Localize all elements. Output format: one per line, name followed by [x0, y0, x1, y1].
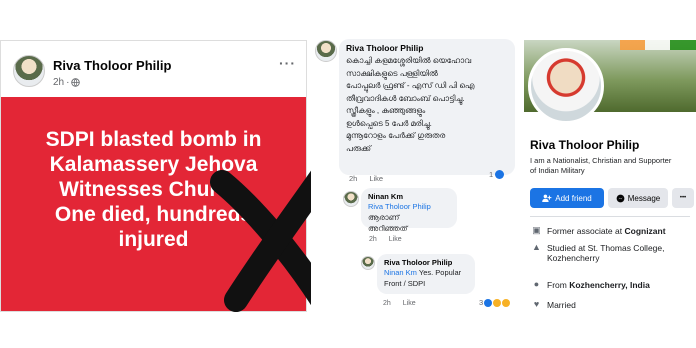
comment-text-line: സാക്ഷികളുടെ പള്ളിയിൽ [346, 68, 438, 78]
reaction-count[interactable]: 3 [479, 298, 511, 307]
reply-actions: 2h Like [369, 236, 402, 243]
like-button[interactable]: Like [403, 300, 416, 307]
reply-text: അറിഞ്ഞത് [368, 224, 408, 233]
care-reaction-icon [493, 298, 502, 307]
more-horizontal-icon[interactable]: ··· [279, 55, 296, 71]
messenger-icon [616, 194, 625, 202]
main-comment-bubble: Riva Tholoor Philip കൊച്ചി കളമശ്ശേരിയിൽ … [339, 39, 515, 175]
comment-text-line: സ്ത്രീകളും , കുഞ്ഞുങ്ങളും [346, 106, 426, 115]
comment-text-line: തീവ്രവാദികൾ ബോംബ് പൊട്ടിച്ചു. [346, 93, 465, 103]
reply-actions: 2h Like [383, 300, 416, 307]
like-reaction-icon [484, 298, 493, 307]
comment-time[interactable]: 2h [349, 174, 357, 183]
comment-text-line: ഉൾപ്പെടെ 5 പേർ മരിച്ചു. [346, 118, 432, 128]
more-options-button[interactable]: ••• [672, 188, 694, 208]
reply-text: Yes. Popular [418, 268, 462, 277]
reply-bubble: Riva Tholoor Philip Ninan Km Yes. Popula… [377, 254, 475, 294]
reply-text: Front / SDPI [384, 279, 426, 288]
add-friend-icon [542, 194, 552, 202]
comment-actions: 2h Like [349, 174, 383, 183]
detail-education: ▲ Studied at St. Thomas College, Kozhench… [532, 242, 665, 264]
comment-author-name[interactable]: Riva Tholoor Philip [346, 43, 508, 53]
image-text-line: injured [118, 228, 189, 251]
reply-author-avatar[interactable] [361, 256, 375, 270]
profile-name: Riva Tholoor Philip [530, 138, 640, 152]
detail-hometown: ● From Kozhencherry, India [533, 279, 650, 291]
comment-text-line: മുന്നൂറോളം പേർക്ക് ഗുരുതര [346, 131, 446, 140]
comments-section: Riva Tholoor Philip കൊച്ചി കളമശ്ശേരിയിൽ … [311, 36, 520, 312]
heart-icon: ♥ [533, 299, 540, 309]
comment-author-avatar[interactable] [315, 40, 337, 62]
like-button[interactable]: Like [389, 236, 402, 243]
post-time[interactable]: 2h [53, 77, 64, 88]
post-author-name[interactable]: Riva Tholoor Philip [53, 58, 171, 73]
post-image-text: SDPI blasted bomb in Kalamassery Jehova … [1, 127, 306, 252]
comment-text: കൊച്ചി കളമശ്ശേരിയിൽ യെഹോവ സാക്ഷികളുടെ പള… [346, 55, 508, 155]
profile-bio: I am a Nationalist, Christian and Suppor… [530, 156, 672, 175]
briefcase-icon: ▣ [532, 225, 541, 235]
profile-avatar[interactable] [528, 48, 604, 124]
facebook-post: Riva Tholoor Philip 2h · ··· SDPI blaste… [0, 40, 307, 312]
image-text-line: SDPI blasted bomb in [45, 128, 262, 151]
graduation-cap-icon: ▲ [532, 242, 541, 252]
reply-time[interactable]: 2h [383, 300, 391, 307]
reply-time[interactable]: 2h [369, 236, 377, 243]
like-reaction-icon [495, 170, 505, 179]
reaction-count[interactable]: 1 [489, 170, 505, 179]
comment-text-line: പോപ്പുലർ ഫ്രണ്ട് - എസ് ഡി പി ഐ [346, 81, 475, 90]
image-text-line: One died, hundreds [54, 203, 253, 226]
mention-link[interactable]: Riva Tholoor Philip [368, 202, 431, 211]
reply-bubble: Ninan Km Riva Tholoor Philip ആരാണ് അറിഞ്… [361, 188, 457, 233]
comment-text-line: പരുക്ക് [346, 143, 371, 153]
reply-text: ആരാണ് [368, 213, 400, 222]
profile-card: Riva Tholoor Philip I am a Nationalist, … [524, 40, 696, 320]
divider [530, 216, 690, 217]
location-pin-icon: ● [533, 279, 540, 289]
comment-text-line: കൊച്ചി കളമശ്ശേരിയിൽ യെഹോവ [346, 56, 472, 65]
add-friend-button[interactable]: Add friend [530, 188, 604, 208]
image-text-line: Witnesses Church. [59, 178, 248, 201]
mention-link[interactable]: Ninan Km [384, 268, 417, 277]
reply-author-name[interactable]: Ninan Km [368, 192, 450, 201]
reply-author-name[interactable]: Riva Tholoor Philip [384, 258, 468, 267]
globe-icon [71, 78, 81, 87]
post-image: SDPI blasted bomb in Kalamassery Jehova … [1, 97, 306, 311]
like-button[interactable]: Like [369, 174, 383, 183]
reply-author-avatar[interactable] [343, 191, 359, 207]
detail-work: ▣ Former associate at Cognizant [532, 225, 666, 237]
message-button[interactable]: Message [608, 188, 668, 208]
post-meta: 2h · [53, 77, 81, 88]
haha-reaction-icon [502, 298, 511, 307]
detail-relationship: ♥ Married [533, 299, 576, 311]
post-author-avatar[interactable] [13, 55, 45, 87]
image-text-line: Kalamassery Jehova [49, 153, 258, 176]
